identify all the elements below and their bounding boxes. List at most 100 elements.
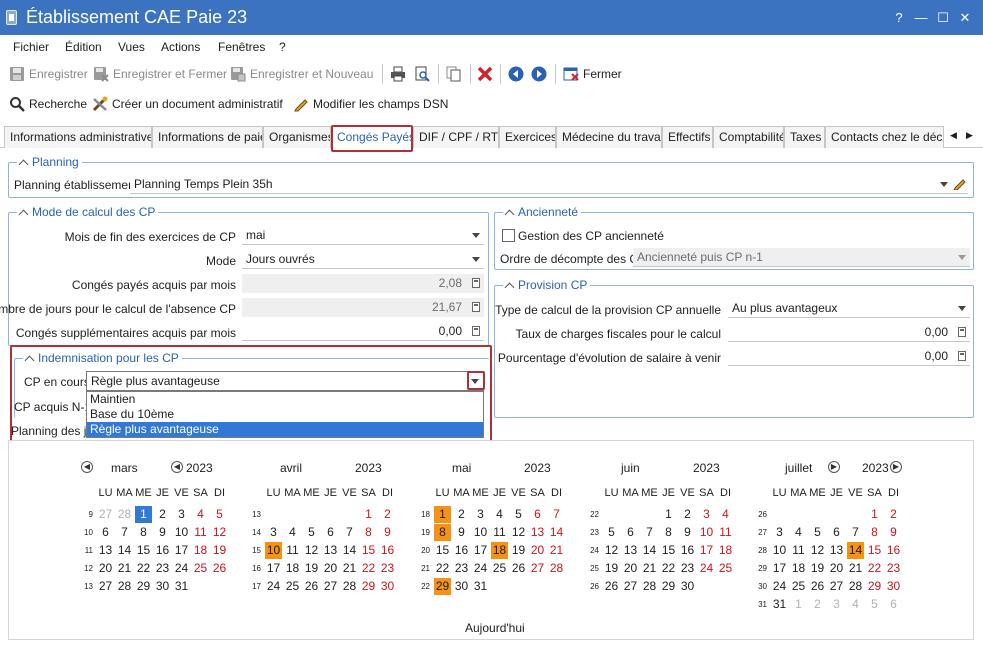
calendar-day[interactable]: 18 (717, 542, 734, 559)
calendar-day[interactable]: 6 (885, 596, 902, 613)
save-close-button[interactable]: Enregistrer et Fermer (93, 66, 227, 82)
menu-fichier[interactable]: Fichier (13, 40, 49, 54)
calendar-day[interactable]: 14 (641, 542, 658, 559)
calendar-day[interactable]: 3 (698, 506, 715, 523)
calendar-day[interactable]: 13 (622, 542, 639, 559)
tab-contacts-declarant[interactable]: Contacts chez le déclarant (825, 126, 944, 148)
calendar-day[interactable]: 16 (154, 542, 171, 559)
calendar-day[interactable]: 4 (192, 506, 209, 523)
collapse-icon[interactable] (18, 209, 29, 219)
calendar-day[interactable]: 7 (847, 524, 864, 541)
calendar-day[interactable]: 6 (322, 524, 339, 541)
calendar-day[interactable]: 21 (847, 560, 864, 577)
tab-medecine-du-travail[interactable]: Médecine du travail (556, 126, 662, 148)
calendar-day[interactable]: 3 (173, 506, 190, 523)
calendar-day[interactable]: 14 (341, 542, 358, 559)
copy-button[interactable] (446, 66, 462, 82)
calendar-day[interactable]: 30 (885, 578, 902, 595)
search-button[interactable]: Recherche (9, 96, 87, 112)
calendar-day[interactable]: 27 (322, 578, 339, 595)
calendar-day[interactable]: 23 (885, 560, 902, 577)
calendar-day[interactable]: 23 (154, 560, 171, 577)
calendar-day[interactable]: 16 (885, 542, 902, 559)
calendar-day[interactable]: 22 (866, 560, 883, 577)
provision-type-select[interactable]: Au plus avantageux (728, 299, 970, 318)
calendar-day[interactable]: 30 (154, 578, 171, 595)
minimize-button[interactable]: — (910, 9, 932, 27)
edit-pencil-icon[interactable] (953, 177, 966, 193)
calendar-day[interactable]: 18 (491, 542, 508, 559)
calendar-day[interactable]: 24 (698, 560, 715, 577)
calendar-day[interactable]: 16 (679, 542, 696, 559)
calendar-day[interactable]: 10 (472, 524, 489, 541)
calendar-day[interactable]: 6 (622, 524, 639, 541)
planning-select[interactable]: Planning Temps Plein 35h (130, 175, 968, 194)
calendar-day[interactable]: 20 (828, 560, 845, 577)
calendar-day[interactable]: 15 (434, 542, 451, 559)
calendar-day[interactable]: 24 (265, 578, 282, 595)
calendar-day[interactable]: 30 (453, 578, 470, 595)
calendar-day[interactable]: 18 (284, 560, 301, 577)
extra-field[interactable]: 0,00 (242, 322, 484, 341)
save-new-button[interactable]: Enregistrer et Nouveau (230, 66, 373, 82)
print-button[interactable] (390, 66, 406, 82)
delete-button[interactable] (477, 66, 493, 82)
calendar-day[interactable]: 11 (790, 542, 807, 559)
calendar-day[interactable]: 11 (284, 542, 301, 559)
calendar-day[interactable]: 27 (529, 560, 546, 577)
calendar-day[interactable]: 25 (284, 578, 301, 595)
calendar-day[interactable]: 4 (284, 524, 301, 541)
today-button[interactable]: Aujourd'hui (465, 621, 525, 635)
calendar-day[interactable]: 3 (828, 596, 845, 613)
calendar-day[interactable]: 26 (211, 560, 228, 577)
menu-vues[interactable]: Vues (118, 40, 145, 54)
calendar-day[interactable]: 4 (847, 596, 864, 613)
calendar-day[interactable]: 18 (790, 560, 807, 577)
calendar-day[interactable]: 24 (173, 560, 190, 577)
calendar-day[interactable]: 20 (622, 560, 639, 577)
calendar-day[interactable]: 22 (434, 560, 451, 577)
calendar-day[interactable]: 21 (548, 542, 565, 559)
calendar-next-icon[interactable]: ▶ (828, 461, 840, 473)
collapse-icon[interactable] (504, 209, 515, 219)
tab-organismes[interactable]: Organismes (263, 126, 331, 148)
calendar-day[interactable]: 5 (809, 524, 826, 541)
tax-rate-field[interactable]: 0,00 (728, 323, 970, 342)
menu-edition[interactable]: Édition (65, 40, 102, 54)
next-button[interactable] (531, 66, 547, 82)
calendar-day[interactable]: 1 (790, 596, 807, 613)
calendar-day[interactable]: 28 (548, 560, 565, 577)
calendar-day[interactable]: 12 (211, 524, 228, 541)
calendar-day[interactable]: 23 (379, 560, 396, 577)
calendar-day[interactable]: 2 (379, 506, 396, 523)
cp-current-select[interactable]: Règle plus avantageuse (86, 371, 484, 391)
collapse-icon[interactable] (18, 159, 29, 169)
calendar-prev-year-icon[interactable]: ◀ (171, 461, 183, 473)
calendar-day[interactable]: 31 (771, 596, 788, 613)
calendar-day[interactable]: 29 (660, 578, 677, 595)
calendar-day[interactable]: 25 (790, 578, 807, 595)
save-button[interactable]: Enregistrer (9, 66, 88, 82)
calendar-day[interactable]: 8 (660, 524, 677, 541)
calendar-day[interactable]: 1 (360, 506, 377, 523)
chevron-down-icon[interactable] (472, 257, 480, 262)
calendar-day[interactable]: 2 (154, 506, 171, 523)
calendar-day[interactable]: 7 (341, 524, 358, 541)
calendar-day[interactable]: 12 (809, 542, 826, 559)
calendar-day[interactable]: 19 (303, 560, 320, 577)
option-regle-plus-avantageuse[interactable]: Règle plus avantageuse (87, 422, 483, 437)
calendar-day[interactable]: 23 (679, 560, 696, 577)
calculator-icon[interactable] (472, 326, 480, 336)
maximize-button[interactable]: ☐ (932, 9, 954, 27)
calendar-day[interactable]: 20 (529, 542, 546, 559)
calendar-day[interactable]: 20 (97, 560, 114, 577)
calendar-day[interactable]: 5 (211, 506, 228, 523)
calendar-day[interactable]: 13 (97, 542, 114, 559)
calendar-day[interactable]: 7 (641, 524, 658, 541)
calendar-day[interactable]: 15 (660, 542, 677, 559)
calendar-day[interactable]: 3 (771, 524, 788, 541)
close-window-button[interactable]: ✕ (954, 9, 976, 27)
anciennete-checkbox[interactable] (502, 229, 515, 242)
edit-dsn-button[interactable]: Modifier les champs DSN (293, 96, 448, 112)
calendar-day[interactable]: 9 (379, 524, 396, 541)
